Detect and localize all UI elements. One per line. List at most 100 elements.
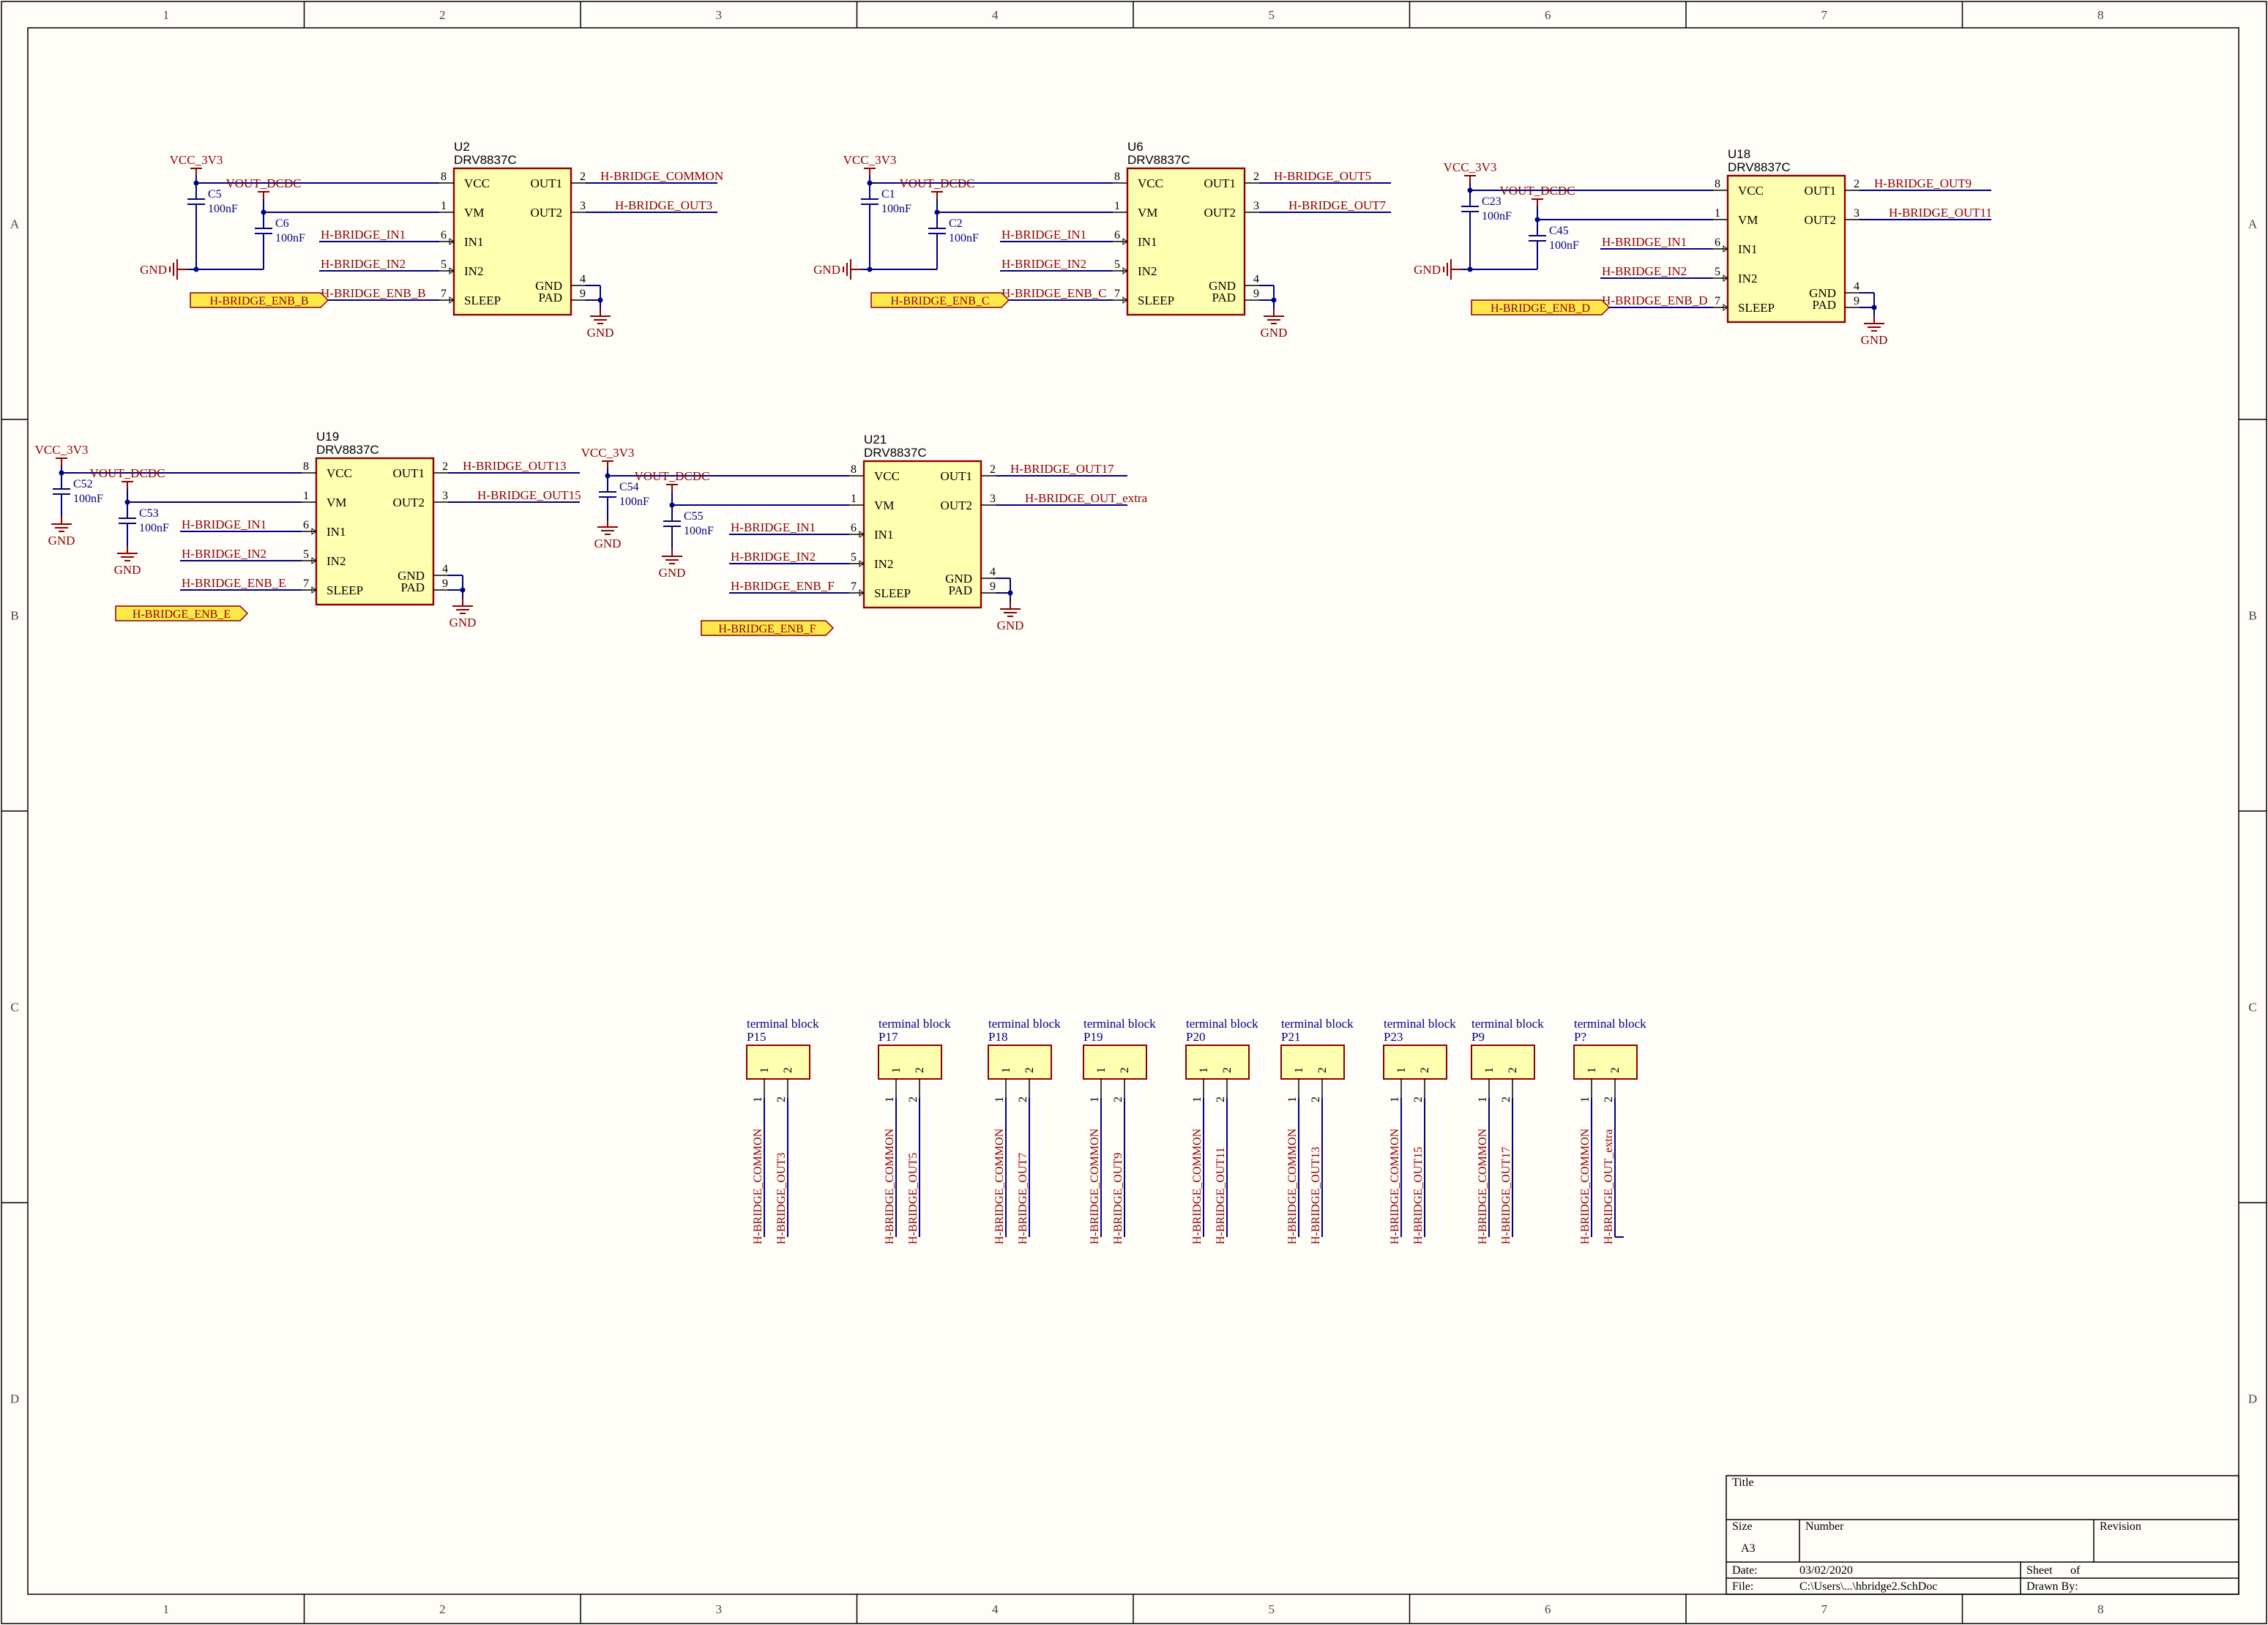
cap-ref: C54	[619, 481, 639, 493]
date-value: 03/02/2020	[1799, 1564, 1853, 1577]
terminal-pin-1-number: 1	[1191, 1097, 1204, 1102]
ic-ref: U21	[864, 433, 887, 447]
gnd-label: GND	[450, 616, 477, 630]
terminal-body	[988, 1045, 1052, 1080]
ic-part: DRV8837C	[1127, 153, 1190, 167]
ic-pin-number: 2	[442, 460, 448, 473]
ic-pin-label: IN2	[1138, 264, 1157, 278]
ic-ref: U18	[1728, 147, 1750, 161]
cap-c23: C23 100nF	[1461, 195, 1512, 223]
ic-pin-label: VCC	[464, 176, 490, 190]
ic-pin-number: 9	[1253, 288, 1259, 300]
terminal-pin-1-number: 1	[752, 1097, 764, 1102]
ic-gnd: GND	[1861, 316, 1887, 347]
power-label: VCC_3V3	[843, 153, 897, 167]
cap-value: 100nF	[275, 232, 305, 244]
terminal-body	[746, 1045, 810, 1080]
cap2-gnd-symbol: GND	[659, 549, 685, 580]
cap-value: 100nF	[139, 522, 169, 534]
cap-ref: C6	[275, 217, 289, 230]
ic-pin-number: 7	[303, 578, 309, 590]
cap-ref: C45	[1549, 225, 1569, 237]
ic-pin-label: VCC	[327, 466, 352, 480]
cap-ref: C23	[1482, 195, 1502, 208]
ic-pin-label: VM	[1138, 206, 1157, 220]
ic-pin-number: 1	[441, 200, 447, 212]
zone-row-right: A	[2248, 217, 2258, 231]
cap-value: 100nF	[619, 496, 649, 508]
ic-pin-label: SLEEP	[327, 583, 363, 597]
vm-symbol: VOUT_DCDC	[1500, 184, 1575, 206]
terminal-pin-2-number: 2	[1500, 1097, 1512, 1102]
cap-c52: C52 100nF	[53, 478, 103, 505]
vcc-symbol: VCC_3V3	[35, 443, 89, 466]
out1-net: H-BRIDGE_OUT17	[1010, 462, 1114, 476]
ic-pin-number: 8	[441, 171, 447, 183]
cap-c2: C2 100nF	[928, 217, 979, 244]
ic-pin-number: 2	[990, 463, 996, 476]
cap2-gnd-symbol: GND	[114, 546, 141, 577]
ic-pin-label: VM	[327, 496, 346, 509]
terminal-pin-1-number: 1	[1089, 1097, 1101, 1102]
port-label: H-BRIDGE_ENB_D	[1491, 302, 1590, 315]
terminal-ref: P17	[879, 1030, 898, 1044]
zone-col-top: 8	[2097, 8, 2104, 22]
power-label: VOUT_DCDC	[900, 176, 975, 190]
zone-col-bottom: 8	[2097, 1602, 2104, 1616]
ic-pin-number: 1	[1715, 207, 1720, 220]
cap-ref: C52	[73, 478, 93, 490]
out2-net: H-BRIDGE_OUT11	[1889, 206, 1992, 220]
ic-pin-label: IN2	[464, 264, 483, 278]
terminal-ref: P23	[1384, 1030, 1403, 1044]
terminal-title: terminal block	[1574, 1017, 1646, 1031]
ic-pin-number: 3	[1854, 207, 1859, 220]
gnd-label: GND	[587, 326, 614, 340]
power-label: VCC_3V3	[1444, 160, 1497, 174]
ic-pin-number: 1	[851, 493, 857, 505]
size-label: Size	[1732, 1520, 1753, 1533]
ic-pin-label: OUT1	[531, 176, 562, 190]
terminal-pin-1-number: 1	[1389, 1097, 1401, 1102]
ic-pin-label: IN1	[327, 525, 346, 539]
terminal-pin-1-inner: 1	[1095, 1067, 1108, 1073]
ic-pin-number: 5	[1715, 266, 1720, 278]
cap-c54: C54 100nF	[599, 481, 649, 508]
terminal-net-1: H-BRIDGE_COMMON	[993, 1128, 1006, 1244]
terminal-pin-1-inner: 1	[1198, 1067, 1210, 1073]
zone-col-top: 5	[1269, 8, 1275, 22]
net-port: H-BRIDGE_ENB_B	[190, 292, 329, 308]
date-label: Date:	[1732, 1564, 1758, 1577]
terminal-ref: P?	[1574, 1030, 1586, 1044]
terminal-pin-1-inner: 1	[1000, 1067, 1012, 1073]
terminal-net-2: H-BRIDGE_OUT17	[1500, 1147, 1512, 1244]
gnd-label: GND	[813, 263, 840, 277]
ic-pin-label: SLEEP	[464, 294, 501, 307]
out2-net: H-BRIDGE_OUT15	[477, 488, 581, 502]
ic-pin-label: OUT1	[1204, 176, 1236, 190]
net-port: H-BRIDGE_ENB_C	[870, 292, 1010, 308]
zone-col-bottom: 5	[1269, 1602, 1275, 1616]
cap-value: 100nF	[881, 203, 911, 215]
file-label: File:	[1732, 1580, 1753, 1593]
ic-pin-number: 7	[1114, 288, 1120, 300]
in2-net: H-BRIDGE_IN2	[321, 257, 406, 271]
out2-net: H-BRIDGE_OUT3	[615, 198, 712, 212]
ic-ref: U19	[316, 430, 339, 444]
ic-pin-label: VM	[464, 206, 484, 220]
terminal-net-1: H-BRIDGE_COMMON	[1389, 1128, 1401, 1244]
ic-pin-label: OUT2	[941, 498, 972, 512]
cap-value: 100nF	[1482, 210, 1512, 223]
enb-net: H-BRIDGE_ENB_B	[321, 286, 426, 300]
terminal-pin-1-inner: 1	[1586, 1067, 1598, 1073]
ic-pin-number: 3	[990, 493, 996, 505]
junction-dot	[1007, 590, 1013, 596]
ic-pin-label: IN2	[874, 557, 893, 571]
ic-pin-number: 3	[580, 200, 586, 212]
in2-net: H-BRIDGE_IN2	[731, 550, 816, 564]
power-label: VCC_3V3	[35, 443, 89, 457]
junction-dot	[1271, 297, 1277, 303]
ic-pin-number: 6	[851, 522, 857, 534]
ic-pin-number: 8	[303, 460, 309, 473]
schematic-sheet: 1122334455667788A AB BC CD D U2DRV8837CVCC8V…	[1, 1, 2267, 1624]
ic-pin-number: 6	[303, 519, 309, 531]
